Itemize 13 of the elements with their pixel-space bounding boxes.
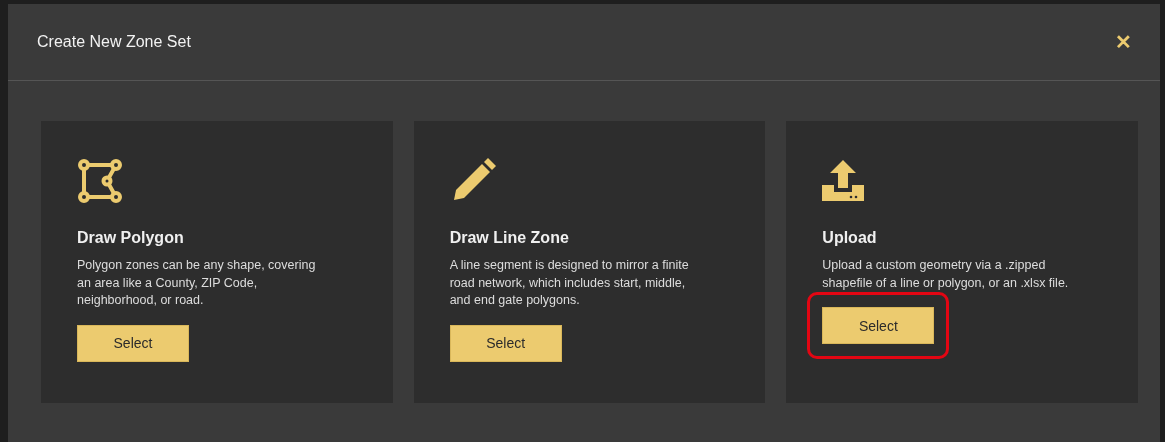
select-button[interactable]: Select: [449, 324, 562, 362]
option-description: Polygon zones can be any shape, covering an area like a County, ZIP Code, neighborhood, or road.: [77, 257, 317, 309]
option-title: Draw Polygon: [77, 229, 185, 247]
close-button[interactable]: ✕: [1115, 30, 1132, 54]
select-button[interactable]: Select: [77, 324, 189, 362]
option-description: A line segment is designed to mirror a finite road network, which includes start, middle, and end gate polygons.: [449, 257, 690, 309]
polygon-icon: [77, 158, 123, 204]
option-description: Upload a custom geometry via a .zipped shapefile of a line or polygon, or an .xlsx file.: [822, 257, 1070, 292]
option-title: Draw Line Zone: [449, 229, 570, 247]
dialog-title: Create New Zone Set: [37, 33, 191, 51]
option-title: Upload: [822, 229, 878, 247]
upload-icon: [822, 160, 865, 202]
select-button[interactable]: Select: [822, 307, 935, 344]
